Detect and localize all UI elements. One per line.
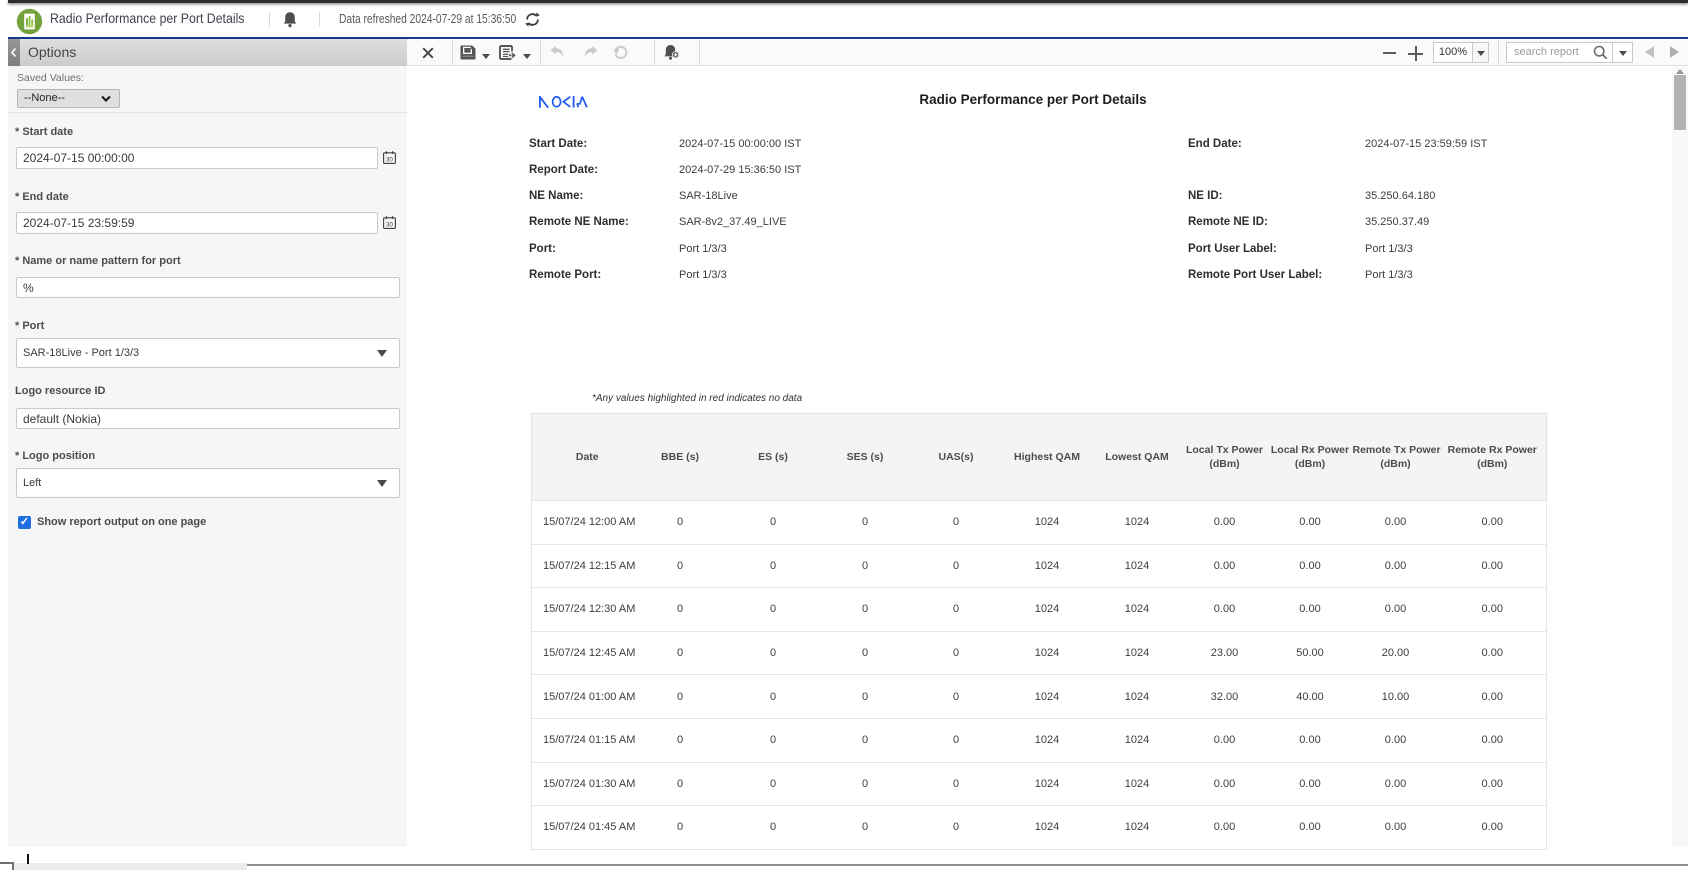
svg-text:30: 30 bbox=[386, 158, 393, 164]
svg-text:30: 30 bbox=[386, 223, 393, 229]
